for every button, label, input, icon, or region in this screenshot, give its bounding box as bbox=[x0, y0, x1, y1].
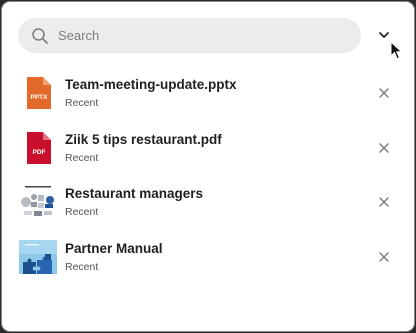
search-input[interactable]: Search bbox=[18, 18, 361, 53]
puzzle-thumbnail-icon bbox=[19, 239, 57, 274]
item-subtitle: Recent bbox=[65, 260, 99, 273]
list-item[interactable]: Restaurant managers Recent bbox=[2, 172, 414, 227]
close-icon[interactable] bbox=[377, 195, 391, 209]
item-title: Restaurant managers bbox=[65, 186, 204, 201]
list-item[interactable]: PPTX Team-meeting-update.pptx Recent bbox=[2, 63, 414, 118]
item-subtitle: Recent bbox=[65, 206, 99, 218]
item-title: Ziik 5 tips restaurant.pdf bbox=[65, 131, 222, 147]
item-subtitle: Recent bbox=[65, 97, 99, 109]
item-title: Team-meeting-update.pptx bbox=[65, 77, 237, 92]
list-item[interactable]: PDF Ziik 5 tips restaurant.pdf Recent bbox=[2, 118, 414, 173]
search-icon bbox=[32, 28, 48, 44]
pdf-file-icon: PDF bbox=[27, 131, 51, 164]
file-badge: PDF bbox=[33, 149, 46, 156]
mouse-cursor-icon bbox=[390, 41, 403, 60]
search-placeholder: Search bbox=[58, 28, 100, 43]
close-icon[interactable] bbox=[377, 141, 391, 155]
close-icon[interactable] bbox=[377, 250, 391, 264]
recent-items-list: PPTX Team-meeting-update.pptx Recent PDF… bbox=[2, 63, 414, 282]
list-item[interactable]: Partner Manual Recent bbox=[2, 227, 414, 282]
image-thumbnail-icon bbox=[19, 185, 57, 219]
file-badge: PPTX bbox=[31, 94, 49, 101]
item-title: Partner Manual bbox=[65, 240, 163, 256]
close-icon[interactable] bbox=[377, 86, 391, 100]
pptx-file-icon: PPTX bbox=[27, 77, 51, 109]
item-subtitle: Recent bbox=[65, 151, 99, 164]
recent-search-panel: Search PPTX Team-meeting-update.pptx Rec… bbox=[1, 1, 415, 332]
